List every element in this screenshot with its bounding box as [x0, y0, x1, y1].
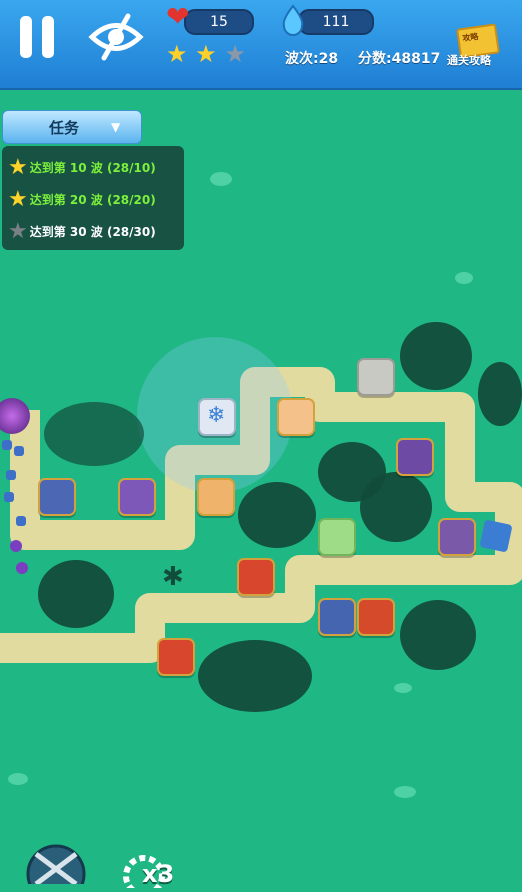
wave-counter: 波次:28	[285, 51, 339, 67]
water-drop-icon	[282, 4, 304, 36]
star-icon: ★	[195, 40, 217, 68]
mana-counter: 111	[298, 9, 374, 35]
eye-slash-icon[interactable]	[88, 12, 144, 62]
enemy-group	[2, 440, 32, 576]
score-counter: 分数:48817	[358, 51, 441, 67]
quest-panel: ★ 达到第 10 波 (28/10) ★ 达到第 20 波 (28/20) ★ …	[2, 146, 184, 250]
quest-item-text: 达到第 30 波 (28/30)	[29, 224, 156, 239]
fire-tower[interactable]	[157, 638, 195, 676]
star-icon: ★	[166, 40, 188, 68]
goal-crystal-icon	[479, 519, 513, 553]
dark-tower[interactable]	[438, 518, 476, 556]
poison-tower[interactable]	[318, 518, 356, 556]
quest-button-label: 任务	[49, 118, 80, 137]
top-hud-bar	[0, 0, 522, 88]
tree	[478, 362, 522, 426]
tree	[38, 560, 114, 628]
star-icon: ★	[224, 40, 246, 68]
quest-item: ★ 达到第 30 波 (28/30)	[8, 216, 156, 246]
lives-value: 15	[210, 14, 228, 30]
rock-obstacle[interactable]	[357, 358, 395, 396]
dark-tower[interactable]	[396, 438, 434, 476]
speed-toggle-button[interactable]: x3	[122, 852, 182, 892]
tree	[360, 472, 432, 542]
ice-tower[interactable]: ❄	[198, 398, 236, 436]
star-icon: ★	[8, 186, 28, 212]
palm-plant-icon: ✱	[162, 562, 184, 592]
chevron-down-icon: ▼	[111, 120, 121, 134]
crossed-swords-icon[interactable]	[22, 840, 90, 884]
tree	[400, 322, 472, 390]
star-icon: ★	[8, 218, 28, 244]
strategy-badge-label: 攻略	[461, 31, 479, 44]
star-rating: ★ ★ ★	[166, 40, 246, 68]
pause-icon[interactable]	[18, 14, 58, 60]
lives-counter: 15	[184, 9, 254, 35]
tree	[198, 640, 312, 712]
strategy-label[interactable]: 通关攻略	[447, 52, 491, 68]
fire-tower[interactable]	[357, 598, 395, 636]
heart-icon: ❤	[166, 0, 190, 33]
water-tower[interactable]	[318, 598, 356, 636]
quest-item-text: 达到第 20 波 (28/20)	[29, 192, 156, 207]
star-icon: ★	[8, 154, 28, 180]
fire-spear-tower[interactable]	[277, 398, 315, 436]
dark-tower[interactable]	[118, 478, 156, 516]
mana-value: 111	[322, 14, 350, 30]
tree	[400, 600, 476, 670]
fire-tower[interactable]	[237, 558, 275, 596]
tree	[238, 482, 316, 548]
quest-toggle-button[interactable]: 任务 ▼	[2, 110, 142, 144]
fire-spear-tower[interactable]	[197, 478, 235, 516]
quest-item: ★ 达到第 20 波 (28/20)	[8, 184, 156, 214]
water-tower[interactable]	[38, 478, 76, 516]
quest-item-text: 达到第 10 波 (28/10)	[29, 160, 156, 175]
quest-item: ★ 达到第 10 波 (28/10)	[8, 152, 156, 182]
dead-tree	[44, 402, 144, 466]
